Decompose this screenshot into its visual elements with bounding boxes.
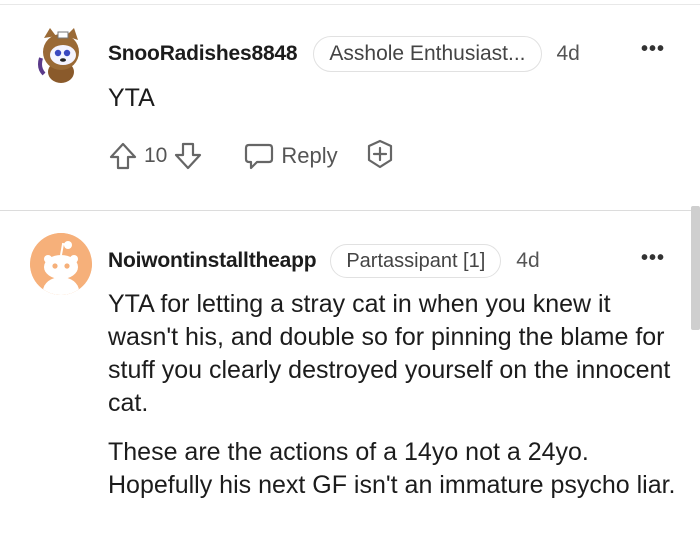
- comment-meta: SnooRadishes8848 Asshole Enthusiast... 4…: [108, 36, 580, 72]
- comment-paragraph: YTA for letting a stray cat in when you …: [108, 290, 671, 417]
- comment-body: YTA: [108, 84, 155, 112]
- comment-meta: Noiwontinstalltheapp Partassipant [1] 4d: [108, 243, 540, 279]
- upvote-icon[interactable]: [108, 141, 138, 171]
- snoo-avatar-icon: [30, 233, 92, 295]
- comment: SnooRadishes8848 Asshole Enthusiast... 4…: [0, 0, 700, 210]
- user-flair: Asshole Enthusiast...: [313, 36, 542, 72]
- reply-label: Reply: [281, 143, 338, 168]
- downvote-icon[interactable]: [173, 141, 203, 171]
- scrollbar-thumb[interactable]: [691, 206, 700, 330]
- snoo-avatar-icon: [38, 28, 79, 83]
- comment-paragraph: These are the actions of a 14yo not a 24…: [108, 438, 676, 499]
- award-icon: [367, 139, 392, 168]
- user-avatar[interactable]: [36, 28, 86, 84]
- user-avatar[interactable]: [30, 233, 92, 295]
- vote-score: 10: [144, 144, 168, 167]
- more-options-icon[interactable]: •••: [641, 247, 665, 270]
- award-button[interactable]: [364, 138, 396, 175]
- reply-icon: [245, 143, 274, 170]
- comment-actions: 10 Reply: [108, 138, 396, 174]
- more-options-icon[interactable]: •••: [641, 38, 665, 61]
- user-flair: Partassipant [1]: [330, 244, 502, 278]
- comment-thread: SnooRadishes8848 Asshole Enthusiast... 4…: [0, 0, 700, 555]
- comment-age: 4d: [516, 249, 540, 272]
- username[interactable]: SnooRadishes8848: [108, 42, 298, 66]
- reply-button[interactable]: Reply: [243, 141, 338, 171]
- comment: Noiwontinstalltheapp Partassipant [1] 4d…: [0, 210, 700, 555]
- username[interactable]: Noiwontinstalltheapp: [108, 249, 317, 273]
- comment-age: 4d: [556, 42, 580, 65]
